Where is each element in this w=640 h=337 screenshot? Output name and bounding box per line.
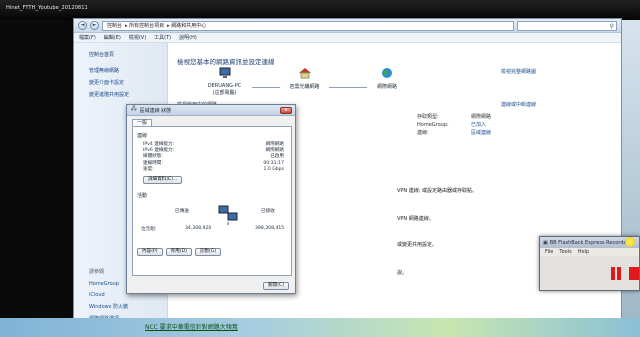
breadcrumb-network-center[interactable]: 網路和共用中心 [171,23,206,29]
address-bar[interactable]: 控制台 ▸ 所有控制台項目 ▸ 網路和共用中心 [102,20,514,31]
fb-menu-file[interactable]: File [545,249,553,255]
bg-text-line: 或變更共用設定。 [397,242,438,248]
bytes-sent-value: 34,308,920 [185,226,212,232]
bytes-received-value: 398,308,415 [255,226,285,232]
speed-value: 1.0 Gbps [263,166,284,172]
activity-header: 活動 [137,193,148,200]
prop-access-value: 網際網路 [471,114,492,120]
page-title: 檢視您基本的網路資訊並設定連線 [177,58,275,66]
menu-tools[interactable]: 工具(T) [154,34,171,41]
menu-bar: 檔案(F) 編輯(E) 檢視(V) 工具(T) 說明(H) [74,33,621,43]
video-bottom-strip: NCC 要求中華電信針對網路大頻寬 [0,318,640,337]
flashback-controls [540,256,639,290]
fb-menu-tools[interactable]: Tools [559,249,571,255]
connect-disconnect-link[interactable]: 連線或中斷連線 [501,101,536,108]
prop-homegroup-key: HomeGroup: [417,122,449,128]
properties-button[interactable]: 內容(P) [137,248,163,257]
menu-view[interactable]: 檢視(V) [129,34,146,41]
network-map: DERUANG-PC (這部電腦) 岩雲光纖網路 網際網路 [197,67,397,97]
map-link-1 [252,87,280,88]
see-also-icloud[interactable]: iCloud [89,292,128,298]
sidebar-item-manage-wireless[interactable]: 管理無線網路 [89,67,167,74]
general-panel: 連線 IPv4 連線能力: 網際網路 IPv6 連線能力: 網際網路 媒體狀態: 已啟… [132,126,292,276]
details-button[interactable]: 詳細資料(E)... [143,176,183,185]
cursor-highlight [625,237,635,247]
stop-icon[interactable] [629,267,639,280]
sent-label: 已傳送 [175,209,189,215]
video-subtitle: NCC 要求中華電信針對網路大頻寬 [145,324,238,331]
received-label: 已接收 [261,209,275,215]
video-title-bar: Hinet_FTTH_Youtube_20120811 [0,0,640,20]
see-also-homegroup[interactable]: HomeGroup [89,281,128,287]
breadcrumb-control-panel[interactable]: 控制台 [107,23,122,29]
bg-text-line: VPN 網路連線。 [397,216,434,222]
speed-label: 速度: [143,166,154,172]
search-icon: ⚲ [609,22,614,30]
prop-connection-value[interactable]: 區域連線 [471,129,491,137]
node-fiber-network: 岩雲光纖網路 [282,67,327,90]
see-also-header: 請參閱 [89,269,105,275]
bytes-label: 位元組: [141,227,157,233]
menu-file[interactable]: 檔案(F) [79,34,96,41]
node-this-pc-sub: (這部電腦) [212,90,237,96]
connection-header: 連線 [137,133,148,139]
see-also-firewall[interactable]: Windows 防火牆 [89,303,128,310]
conn-row-speed: 速度: 1.0 Gbps [137,167,287,173]
disable-button[interactable]: 停用(D) [165,248,192,257]
globe-icon [382,68,392,78]
search-input[interactable]: ⚲ [517,20,617,31]
recorder-icon: ▣ [543,239,548,246]
sidebar-item-advanced-sharing[interactable]: 變更進階共用設定 [89,91,167,98]
forward-button[interactable]: ► [90,21,99,30]
prop-access-key: 存取類型: [417,114,439,120]
computer-icon [219,67,230,78]
pause-icon[interactable] [611,267,621,280]
fb-menu-help[interactable]: Help [578,249,589,255]
diagnose-button[interactable]: 診斷(G) [194,248,222,257]
bg-text-line: VPN 連線; 或設定路由器或存取點。 [397,188,478,194]
connection-status-dialog: 🖧 區域連線 狀態 x 一般 連線 IPv4 連線能力: 網際網路 IPv6 連線… [126,104,296,294]
menu-edit[interactable]: 編輯(E) [104,34,121,41]
sidebar-home-link[interactable]: 控制台首頁 [89,51,167,58]
sidebar-item-adapter-settings[interactable]: 變更介面卡設定 [89,79,167,86]
prop-connection-key: 連線: [417,130,429,136]
bg-text-line: 說。 [397,270,408,276]
node-fiber-label: 岩雲光纖網路 [289,84,320,90]
network-activity-icon [218,205,238,226]
map-link-2 [329,87,367,88]
prop-homegroup-value[interactable]: 已加入 [471,121,486,129]
dialog-close-btn[interactable]: 關閉(C) [263,282,289,290]
flashback-title: BB FlashBack Express Recorder [549,239,629,246]
flashback-menu: File Tools Help [540,248,639,256]
menu-help[interactable]: 說明(H) [179,34,197,41]
full-map-link[interactable]: 檢視完整網路圖 [501,68,536,75]
node-internet: 網際網路 [367,67,407,90]
address-toolbar: ◄ ► 控制台 ▸ 所有控制台項目 ▸ 網路和共用中心 ⚲ [74,19,621,33]
node-this-pc: DERUANG-PC (這部電腦) [197,67,252,96]
dialog-titlebar[interactable]: 🖧 區域連線 狀態 [127,105,295,116]
back-button[interactable]: ◄ [78,21,87,30]
activity-area: 已傳送 已接收 位元組: 34,308,920 398,308,415 [137,202,287,244]
house-icon [298,68,311,79]
dialog-title: 區域連線 狀態 [139,107,172,114]
network-icon: 🖧 [131,106,137,112]
breadcrumb-all-items[interactable]: 所有控制台項目 [129,23,164,29]
network-properties: 存取類型: 網際網路 HomeGroup: 已加入 連線: 區域連線 [417,113,491,137]
video-title: Hinet_FTTH_Youtube_20120811 [6,5,88,11]
dialog-close-button[interactable]: x [280,107,292,114]
node-internet-label: 網際網路 [376,84,397,90]
